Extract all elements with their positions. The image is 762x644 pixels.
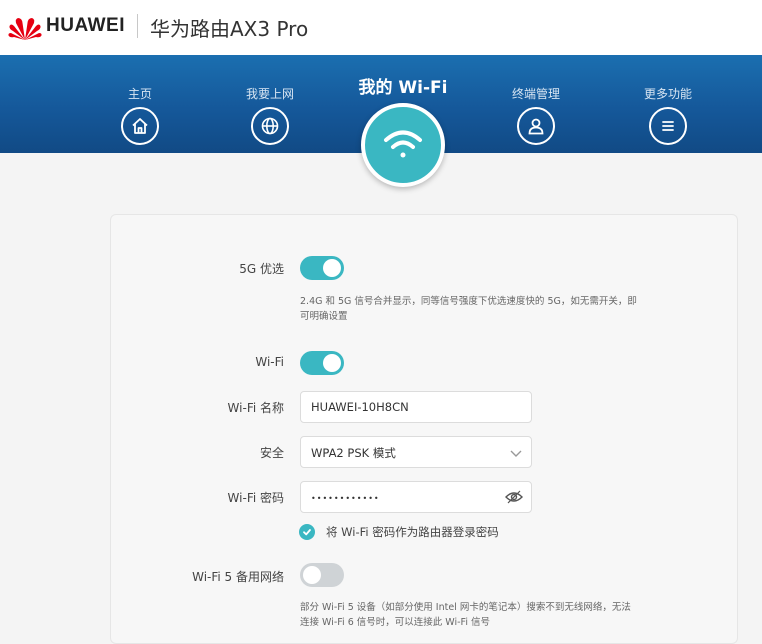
- nav-item-home[interactable]: 主页: [80, 55, 200, 153]
- nav-active-label: 我的 Wi-Fi: [358, 78, 448, 98]
- huawei-logo-icon: [8, 18, 42, 40]
- use-as-admin-label: 将 Wi-Fi 密码作为路由器登录密码: [326, 525, 499, 539]
- wifi-label: Wi-Fi: [255, 355, 284, 369]
- security-select[interactable]: WPA2 PSK 模式: [300, 436, 532, 468]
- prefer-5g-label: 5G 优选: [239, 262, 284, 276]
- nav-item-internet[interactable]: 我要上网: [210, 55, 330, 153]
- password-value: ••••••••••••: [311, 494, 380, 503]
- wifi5-backup-toggle[interactable]: [300, 563, 344, 587]
- nav-label: 更多功能: [643, 87, 692, 101]
- nav-label: 终端管理: [511, 87, 560, 101]
- nav-item-more[interactable]: 更多功能: [608, 55, 728, 153]
- password-input[interactable]: ••••••••••••: [300, 481, 532, 513]
- nav-item-devices[interactable]: 终端管理: [476, 55, 596, 153]
- prefer-5g-toggle[interactable]: [300, 256, 344, 280]
- password-label: Wi-Fi 密码: [227, 491, 284, 505]
- toggle-knob: [323, 259, 341, 277]
- wifi5-backup-description: 部分 Wi-Fi 5 设备（如部分使用 Intel 网卡的笔记本）搜索不到无线网…: [300, 602, 631, 628]
- nav-label: 我要上网: [245, 87, 294, 101]
- wifi5-backup-label: Wi-Fi 5 备用网络: [192, 570, 284, 584]
- top-bar: HUAWEI 华为路由AX3 Pro: [0, 0, 762, 55]
- wifi-name-label: Wi-Fi 名称: [227, 401, 284, 415]
- menu-icon: [649, 107, 687, 145]
- nav-label: 主页: [127, 87, 152, 101]
- brand-divider: [137, 14, 138, 38]
- brand-name: HUAWEI: [46, 15, 125, 36]
- toggle-knob: [303, 566, 321, 584]
- chevron-down-icon: [510, 450, 522, 457]
- user-icon: [517, 107, 555, 145]
- wifi-name-value: HUAWEI-10H8CN: [311, 400, 409, 414]
- check-icon: [303, 529, 311, 536]
- security-label: 安全: [259, 446, 284, 460]
- product-title: 华为路由AX3 Pro: [150, 17, 309, 41]
- wifi-icon[interactable]: [361, 103, 445, 187]
- globe-icon: [251, 107, 289, 145]
- wifi-name-input[interactable]: HUAWEI-10H8CN: [300, 391, 532, 423]
- use-as-admin-checkbox[interactable]: [299, 524, 315, 540]
- toggle-knob: [323, 354, 341, 372]
- security-value: WPA2 PSK 模式: [311, 446, 396, 460]
- eye-icon[interactable]: [505, 489, 523, 505]
- wifi-toggle[interactable]: [300, 351, 344, 375]
- prefer-5g-description: 2.4G 和 5G 信号合并显示，同等信号强度下优选速度快的 5G，如无需开关，…: [300, 296, 637, 322]
- home-icon: [121, 107, 159, 145]
